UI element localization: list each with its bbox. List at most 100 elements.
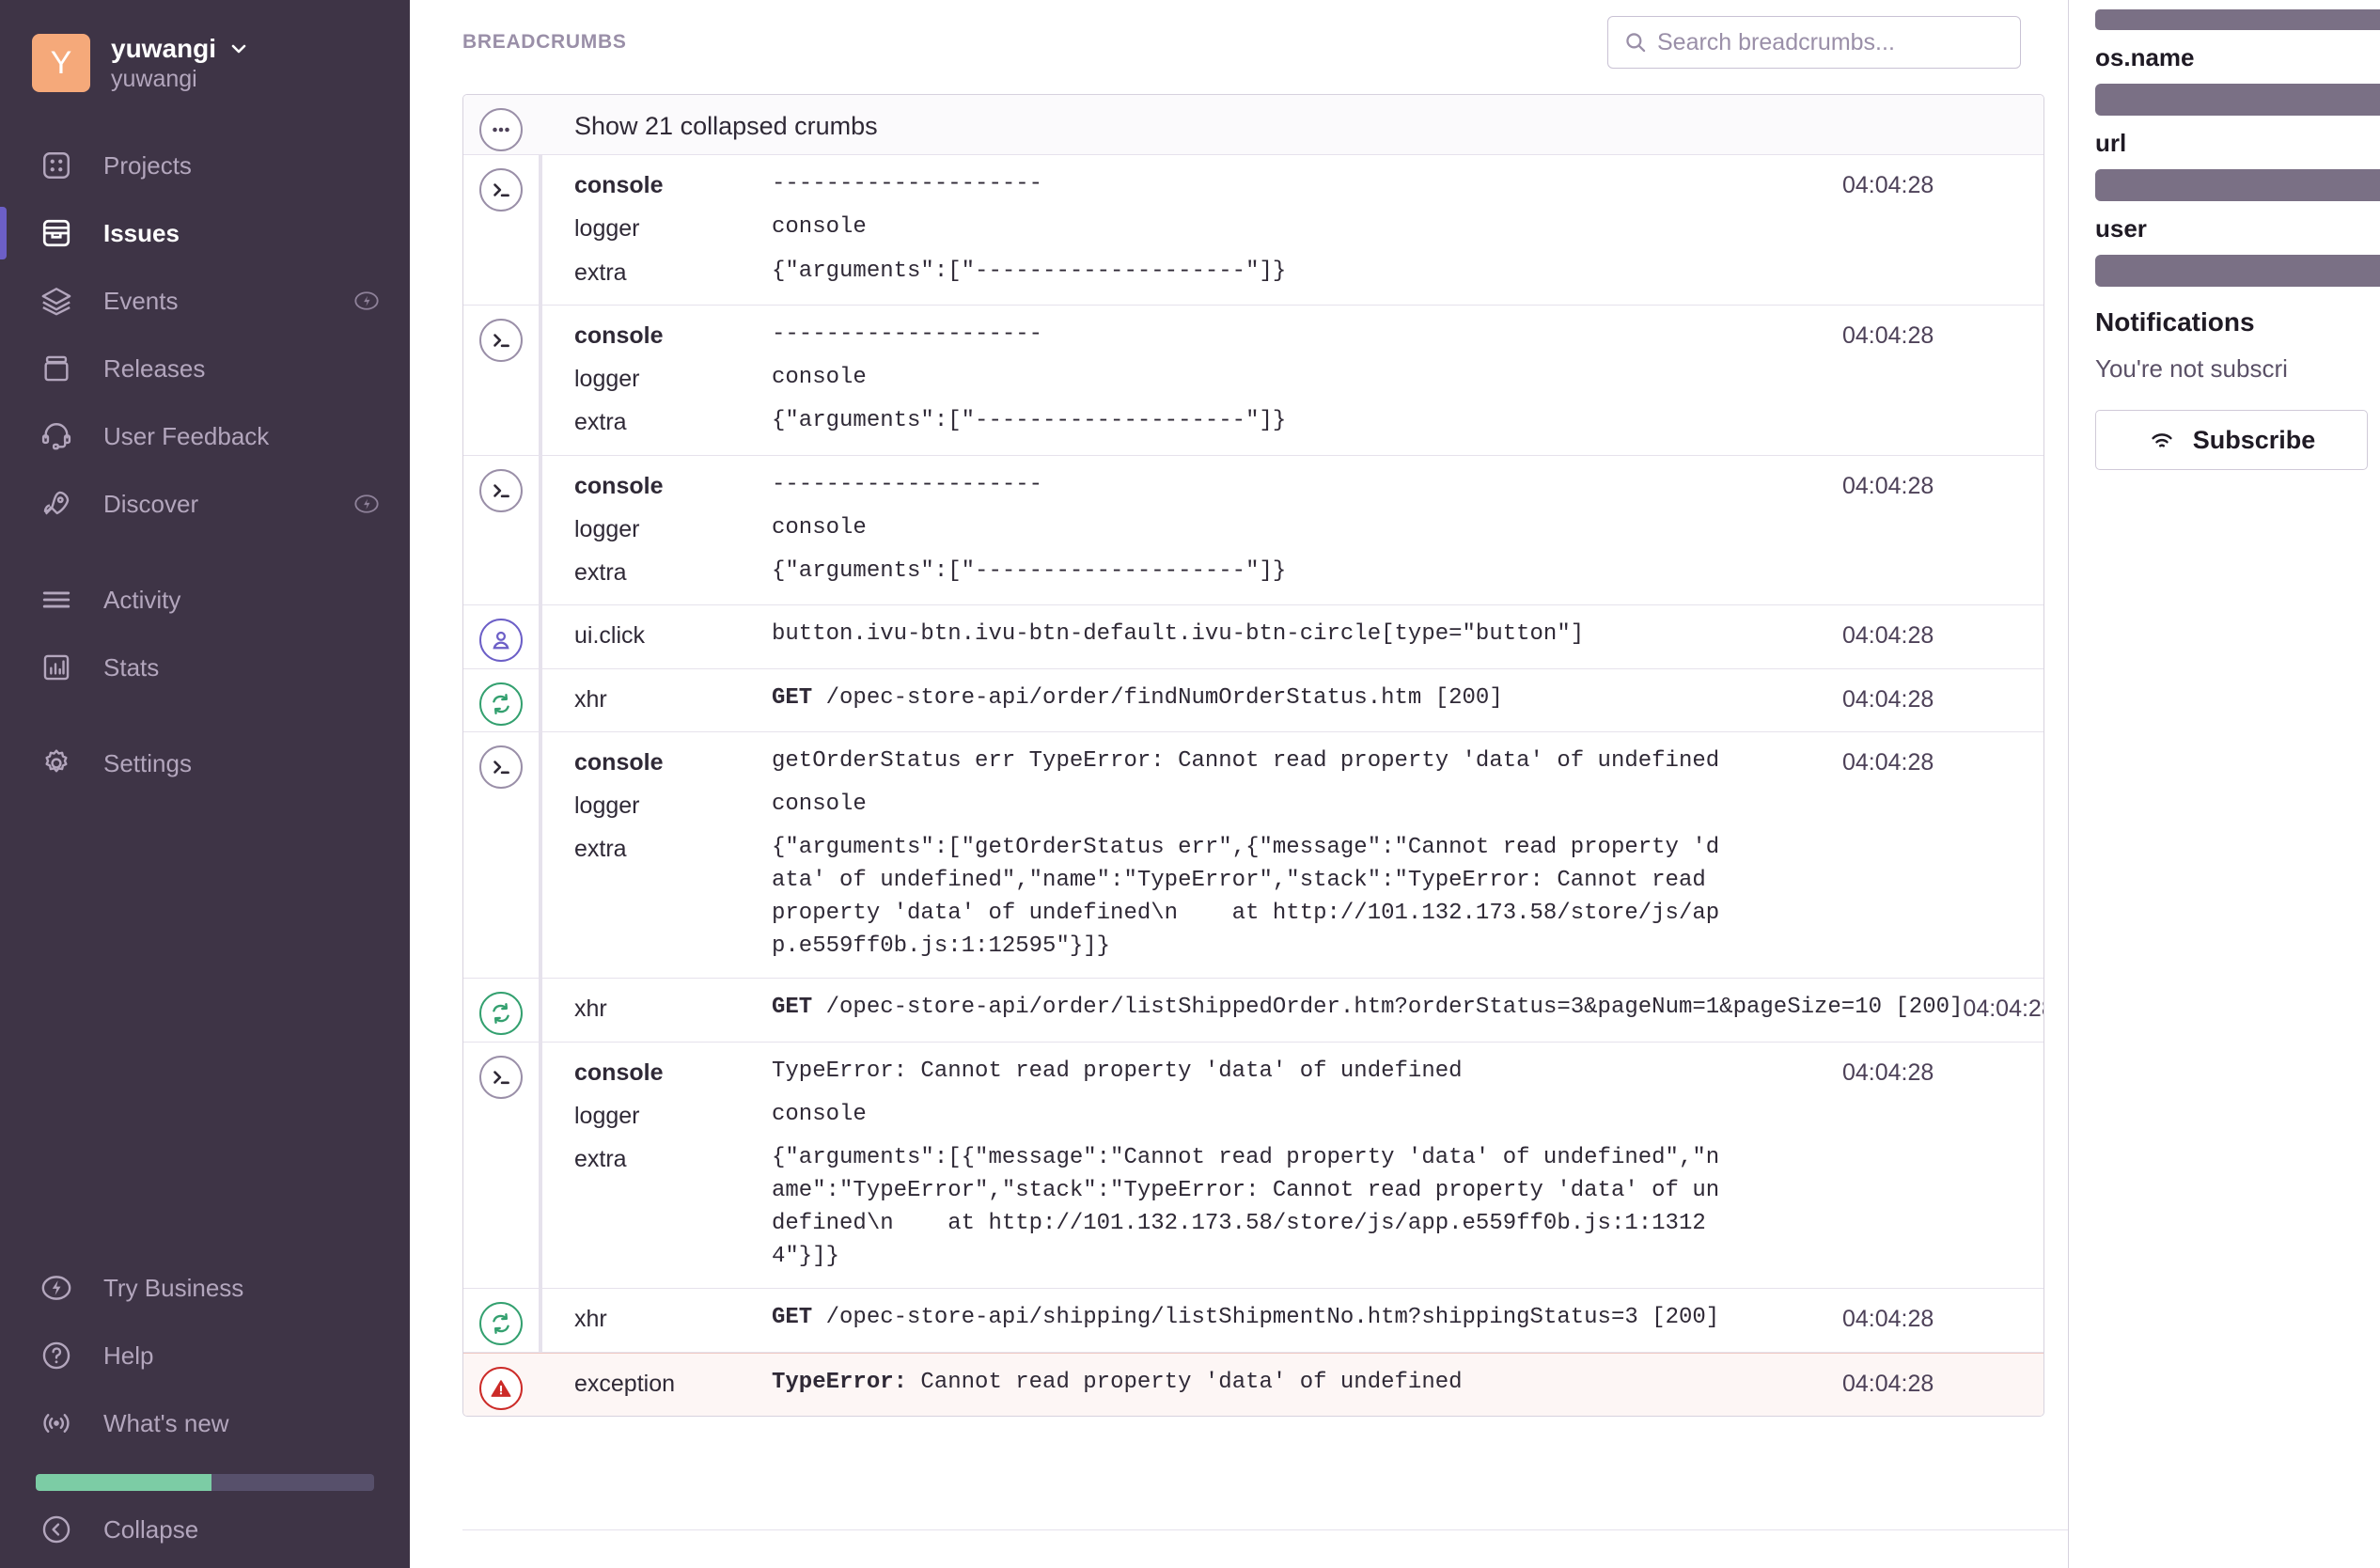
crumb-field-value: console: [772, 792, 867, 817]
crumb-field-key: xhr: [574, 685, 607, 713]
org-slug: yuwangi: [111, 65, 197, 92]
crumb-field-key: extra: [574, 259, 627, 286]
crumb-body: console -------------------- logger console…: [539, 306, 1842, 455]
crumb-body: console getOrderStatus err TypeError: Can…: [539, 732, 1842, 979]
search-input[interactable]: [1657, 28, 2005, 56]
chevron-down-icon[interactable]: [227, 38, 250, 60]
crumb-icon-cell: [463, 979, 539, 1041]
sidebar-nav: Projects Issues Events Releases User Fee…: [0, 132, 410, 797]
sidebar-collapse-label: Collapse: [103, 1514, 199, 1544]
section-title: BREADCRUMBS: [462, 31, 627, 53]
crumb-field-key: exception: [574, 1370, 676, 1397]
tag-value-bar: [2095, 84, 2380, 116]
tag-key-os-name: os.name: [2095, 43, 2195, 71]
breadcrumb-row-xhr[interactable]: xhr GET /opec-store-api/order/listShipped…: [463, 979, 2043, 1043]
crumb-icon-cell: [463, 669, 539, 731]
crumb-timestamp: 04:04:28: [1842, 748, 1934, 776]
crumb-timestamp: 04:04:28: [1842, 1306, 1934, 1333]
sidebar-item-events[interactable]: Events: [0, 267, 410, 335]
subscribe-label: Subscribe: [2192, 425, 2316, 454]
beta-bolt-icon: [353, 491, 380, 517]
crumb-icon-cell: [463, 306, 539, 455]
crumb-field: console TypeError: Cannot read property '…: [574, 1056, 1842, 1090]
grid-icon: [36, 145, 77, 186]
sidebar-item-issues[interactable]: Issues: [0, 199, 410, 267]
crumb-field-value: TypeError: Cannot read property 'data' o…: [772, 1369, 1463, 1395]
tag-value-bar: [2095, 9, 2380, 30]
sidebar-item-label: Try Business: [103, 1273, 244, 1302]
crumb-field-value: GET /opec-store-api/shipping/listShipmen…: [772, 1305, 1720, 1331]
sidebar-item-user-feedback[interactable]: User Feedback: [0, 402, 410, 470]
org-avatar: Y: [32, 34, 90, 92]
org-name: yuwangi: [111, 33, 217, 63]
terminal-icon: [479, 468, 523, 512]
crumb-field: extra {"arguments":["--------------------…: [574, 556, 1842, 589]
crumb-field-key: extra: [574, 409, 627, 436]
crumb-body: console -------------------- logger console…: [539, 155, 1842, 305]
crumb-timestamp: 04:04:28: [1842, 622, 1934, 650]
sidebar-item-label: Events: [103, 286, 179, 315]
breadcrumb-row-exception[interactable]: exception TypeError: Cannot read property…: [463, 1352, 2043, 1416]
crumb-body: ui.click button.ivu-btn.ivu-btn-default.i…: [539, 605, 1842, 667]
primary-sidebar: Y yuwangi yuwangi Projects Issues Events…: [0, 0, 410, 1568]
ellipsis-icon[interactable]: [479, 108, 523, 151]
org-text: yuwangi yuwangi: [111, 34, 250, 93]
crumb-field: xhr GET /opec-store-api/order/listShipped…: [574, 992, 1963, 1026]
breadcrumb-row-console[interactable]: console getOrderStatus err TypeError: Can…: [463, 732, 2043, 980]
layers-icon: [36, 280, 77, 321]
crumb-field-key: console: [574, 748, 664, 776]
rp-spacer: [2095, 0, 2380, 9]
sidebar-footer: Try Business Help What's new Collapse: [0, 1254, 410, 1568]
sidebar-item-activity[interactable]: Activity: [0, 566, 410, 634]
sidebar-item-try-business[interactable]: Try Business: [0, 1254, 410, 1322]
sidebar-item-stats[interactable]: Stats: [0, 634, 410, 701]
sidebar-item-projects[interactable]: Projects: [0, 132, 410, 199]
crumb-icon-cell: [463, 95, 539, 154]
org-switcher[interactable]: Y yuwangi yuwangi: [0, 0, 410, 98]
breadcrumb-row-ui-click[interactable]: ui.click button.ivu-btn.ivu-btn-default.i…: [463, 605, 2043, 669]
crumb-field-key: extra: [574, 1146, 627, 1173]
crumb-field-key: ui.click: [574, 622, 646, 650]
breadcrumbs-search[interactable]: [1607, 16, 2021, 69]
crumb-field-key: console: [574, 472, 664, 499]
beta-bolt-icon: [353, 288, 380, 314]
crumb-field-key: xhr: [574, 996, 607, 1023]
crumb-field-value: --------------------: [772, 171, 1043, 196]
sidebar-item-help[interactable]: Help: [0, 1322, 410, 1389]
crumb-timestamp: 04:04:28: [1842, 172, 1934, 198]
collapsed-crumbs-label: Show 21 collapsed crumbs: [574, 112, 878, 140]
breadcrumb-row-xhr[interactable]: xhr GET /opec-store-api/shipping/listShip…: [463, 1289, 2043, 1353]
refresh-icon: [479, 992, 523, 1036]
notifications-note: You're not subscri: [2095, 354, 2288, 383]
breadcrumb-row-xhr[interactable]: xhr GET /opec-store-api/order/findNumOrde…: [463, 669, 2043, 732]
crumb-field-key: logger: [574, 1102, 640, 1129]
crumb-icon-cell: [463, 605, 539, 667]
sidebar-item-label: What's new: [103, 1408, 229, 1437]
gear-icon: [36, 743, 77, 784]
crumb-field-value: GET /opec-store-api/order/findNumOrderSt…: [772, 684, 1503, 711]
sidebar-item-settings[interactable]: Settings: [0, 729, 410, 797]
sidebar-item-discover[interactable]: Discover: [0, 470, 410, 538]
org-name-row: yuwangi: [111, 34, 250, 64]
sidebar-item-releases[interactable]: Releases: [0, 335, 410, 402]
crumb-timestamp: 04:04:28: [1842, 472, 1934, 499]
crumb-field: extra {"arguments":["getOrderStatus err",…: [574, 832, 1842, 963]
crumb-field: console getOrderStatus err TypeError: Can…: [574, 745, 1842, 779]
terminal-icon: [479, 745, 523, 789]
app-root: Y yuwangi yuwangi Projects Issues Events…: [0, 0, 2380, 1568]
crumb-field: extra {"arguments":["--------------------…: [574, 405, 1842, 439]
breadcrumb-row-console[interactable]: console TypeError: Cannot read property '…: [463, 1043, 2043, 1290]
sidebar-collapse-button[interactable]: Collapse: [0, 1500, 410, 1568]
breadcrumb-row-console[interactable]: console -------------------- logger console…: [463, 456, 2043, 606]
crumb-field-value: console: [772, 365, 867, 390]
sidebar-item-label: Help: [103, 1341, 154, 1370]
crumb-field: logger console: [574, 512, 1842, 546]
sidebar-item-whats-new[interactable]: What's new: [0, 1389, 410, 1457]
tag-value-bar: [2095, 169, 2380, 201]
subscribe-button[interactable]: Subscribe: [2095, 410, 2368, 470]
breadcrumb-row-console[interactable]: console -------------------- logger console…: [463, 155, 2043, 306]
show-collapsed-crumbs-row[interactable]: Show 21 collapsed crumbs: [463, 95, 2043, 155]
wifi-icon: [2148, 426, 2176, 454]
crumb-body: console -------------------- logger console…: [539, 456, 1842, 605]
breadcrumb-row-console[interactable]: console -------------------- logger console…: [463, 306, 2043, 456]
